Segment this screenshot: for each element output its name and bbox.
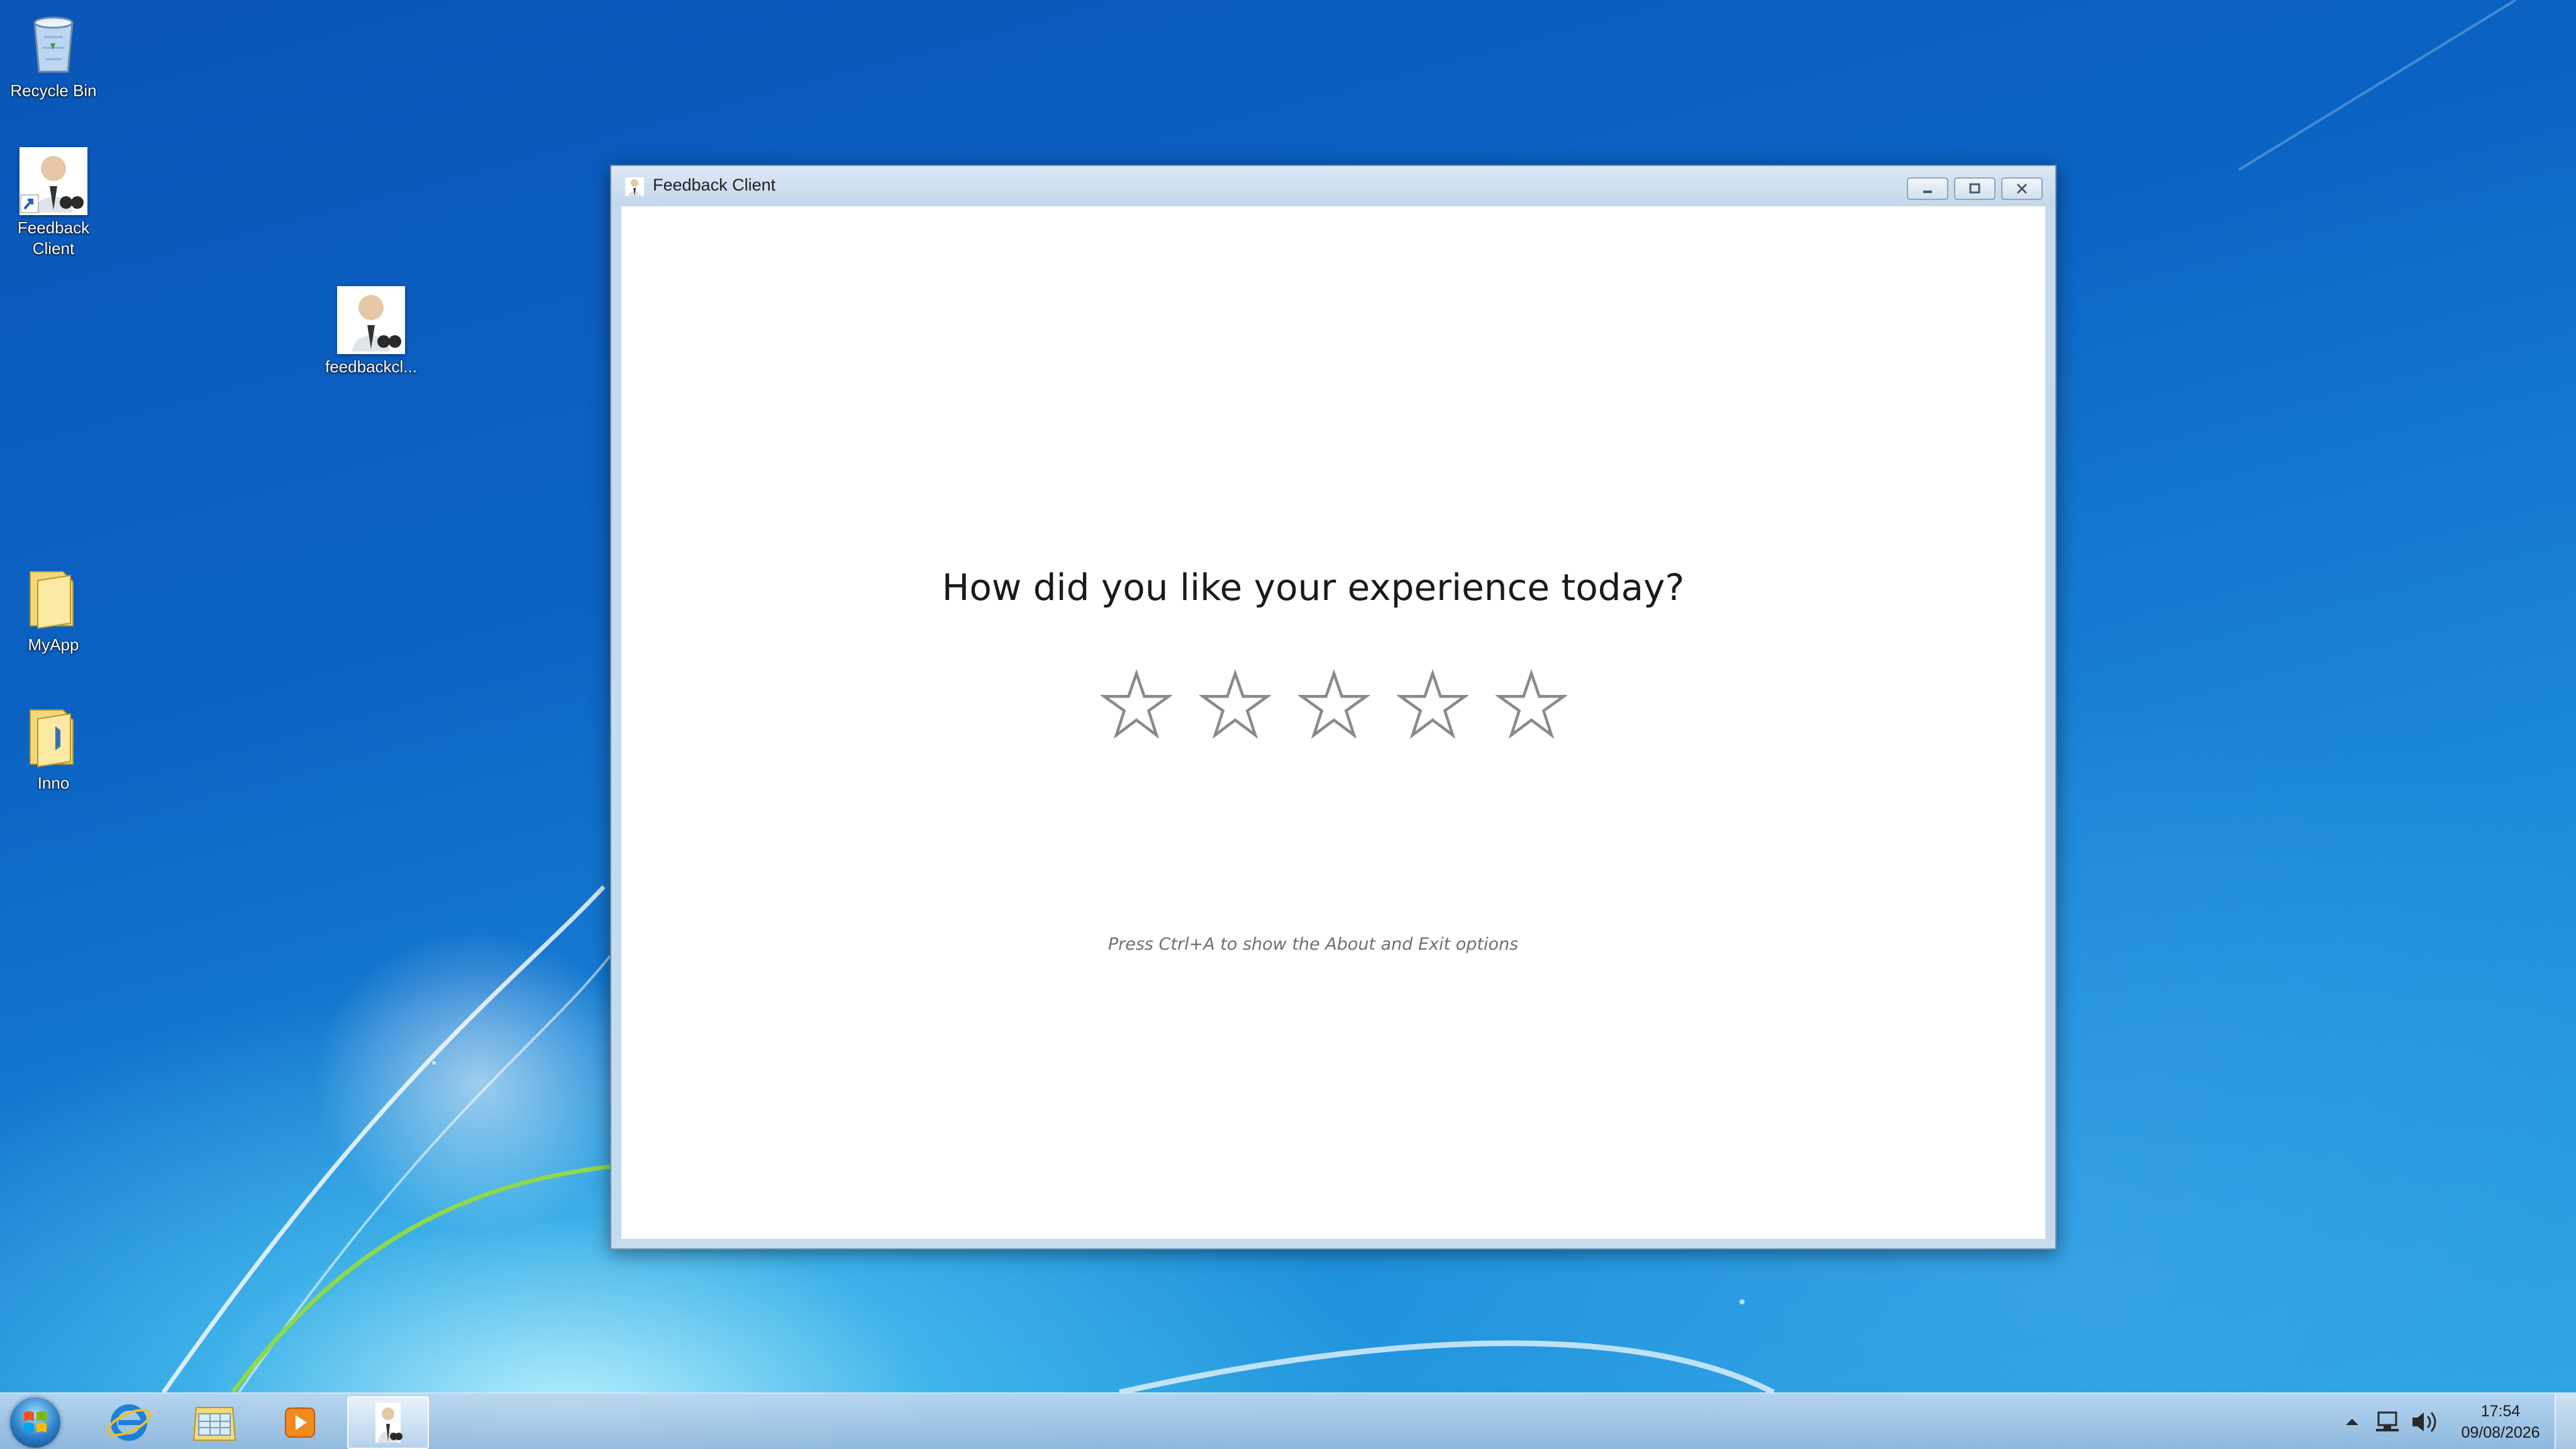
network-icon[interactable] (2376, 1411, 2399, 1431)
desktop: Recycle Bin Feedback Client feedbackcl..… (0, 0, 2576, 1449)
taskbar-windows-explorer[interactable] (174, 1396, 255, 1449)
folder-icon (30, 709, 74, 768)
desktop-icon-label: feedbackcl... (325, 357, 417, 376)
show-hidden-icons-icon[interactable] (2346, 1419, 2358, 1425)
media-player-icon (285, 1407, 315, 1438)
rating-star-5[interactable] (1496, 669, 1567, 741)
feedback-client-window: Feedback Client How did you like your ex… (610, 165, 2057, 1250)
taskbar: 17:54 09/08/2026 (0, 1392, 2576, 1449)
desktop-icon-label: Feedback Client (17, 218, 90, 258)
folder-icon (30, 571, 74, 630)
minimize-icon (1923, 191, 1932, 193)
desktop-icon-recycle-bin[interactable]: Recycle Bin (0, 9, 116, 101)
internet-explorer-icon (106, 1404, 152, 1441)
window-titlebar[interactable]: Feedback Client (611, 166, 2055, 206)
desktop-icon-label: MyApp (28, 635, 79, 654)
desktop-icon-label: Recycle Bin (10, 81, 97, 100)
desktop-icon-label: Inno (37, 774, 70, 792)
window-title: Feedback Client (653, 175, 776, 194)
rating-star-1[interactable] (1101, 669, 1172, 741)
windows-logo-icon (24, 1411, 47, 1433)
close-button[interactable] (2001, 177, 2043, 200)
desktop-icon-feedback-client[interactable]: Feedback Client (0, 147, 116, 259)
feedback-client-icon (375, 1402, 402, 1443)
clock-date[interactable]: 09/08/2026 (2450, 1424, 2551, 1442)
minimize-button[interactable] (1907, 177, 1948, 200)
window-client-area: How did you like your experience today? … (621, 206, 2045, 1239)
rating-star-2[interactable] (1199, 669, 1271, 741)
feedback-client-icon (625, 177, 644, 196)
maximize-icon (1969, 183, 1980, 194)
show-desktop-button[interactable] (2555, 1394, 2576, 1449)
taskbar-media-player[interactable] (259, 1396, 341, 1449)
clock-time[interactable]: 17:54 (2450, 1402, 2551, 1421)
desktop-icon-inno-folder[interactable]: Inno (0, 701, 116, 794)
close-icon (2016, 183, 2028, 194)
start-button[interactable] (10, 1397, 60, 1448)
feedback-client-file-icon (337, 286, 405, 354)
desktop-icon-myapp-folder[interactable]: MyApp (0, 563, 116, 655)
feedback-client-shortcut-icon (19, 147, 87, 215)
feedback-question: How did you like your experience today? (941, 566, 1685, 609)
rating-star-4[interactable] (1397, 669, 1468, 741)
maximize-button[interactable] (1954, 177, 1996, 200)
desktop-icon-feedback-client-file[interactable]: feedbackcl... (308, 286, 434, 377)
rating-star-3[interactable] (1298, 669, 1370, 741)
recycle-bin-icon (33, 16, 74, 73)
volume-icon[interactable] (2412, 1412, 2436, 1432)
taskbar-feedback-client[interactable] (347, 1396, 429, 1449)
windows-explorer-icon (192, 1407, 236, 1441)
taskbar-internet-explorer[interactable] (88, 1396, 170, 1449)
shortcut-hint: Press Ctrl+A to show the About and Exit … (1108, 935, 1519, 954)
